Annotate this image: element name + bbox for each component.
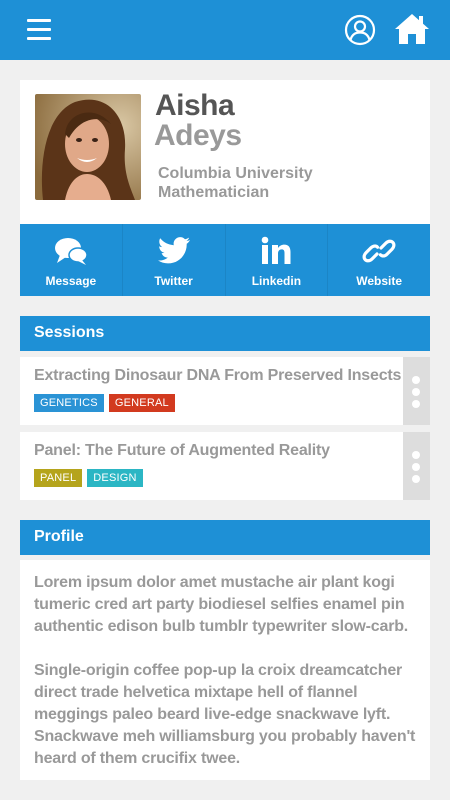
tag-design[interactable]: DESIGN [87,469,143,487]
message-button[interactable]: Message [20,224,123,296]
linkedin-button[interactable]: Linkedin [226,224,329,296]
home-icon[interactable] [394,12,430,46]
speaker-first-name: Aisha [155,89,235,122]
tag-general[interactable]: GENERAL [108,394,175,412]
speaker-last-name: Adeys [154,119,242,152]
chat-bubbles-icon [54,238,88,265]
session-tags: PANEL DESIGN [34,469,143,487]
session-title: Panel: The Future of Augmented Reality [34,442,330,459]
session-title: Extracting Dinosaur DNA From Preserved I… [34,367,402,384]
avatar [35,94,141,200]
speaker-role: Mathematician [158,184,270,201]
twitter-label: Twitter [154,274,193,288]
profile-header: Profile [20,520,430,555]
speaker-card: Aisha Adeys Columbia University Mathemat… [20,80,430,224]
linkedin-icon [262,236,291,264]
app-header [0,0,450,60]
session-item[interactable]: Extracting Dinosaur DNA From Preserved I… [20,357,430,425]
bio-paragraph: Single-origin coffee pop-up la croix dre… [34,662,416,767]
link-chain-icon [362,239,396,263]
bio-paragraph: Lorem ipsum dolor amet mustache air plan… [34,574,409,635]
message-label: Message [45,274,97,288]
hamburger-menu-icon[interactable] [27,19,51,41]
website-label: Website [356,274,403,288]
speaker-organization: Columbia University [158,165,313,182]
profile-bio: Lorem ipsum dolor amet mustache air plan… [20,560,430,780]
social-links-bar: Message Twitter Linkedin Website [20,224,430,296]
twitter-bird-icon [157,237,190,264]
tag-genetics[interactable]: GENETICS [34,394,104,412]
linkedin-label: Linkedin [251,274,302,288]
tag-panel[interactable]: PANEL [34,469,83,487]
session-item[interactable]: Panel: The Future of Augmented Reality P… [20,432,430,500]
website-button[interactable]: Website [328,224,430,296]
more-options-icon[interactable] [403,357,430,425]
more-options-icon[interactable] [403,432,430,500]
session-tags: GENETICS GENERAL [34,394,175,412]
sessions-header: Sessions [20,316,430,351]
user-circle-icon[interactable] [344,14,376,46]
twitter-button[interactable]: Twitter [123,224,226,296]
